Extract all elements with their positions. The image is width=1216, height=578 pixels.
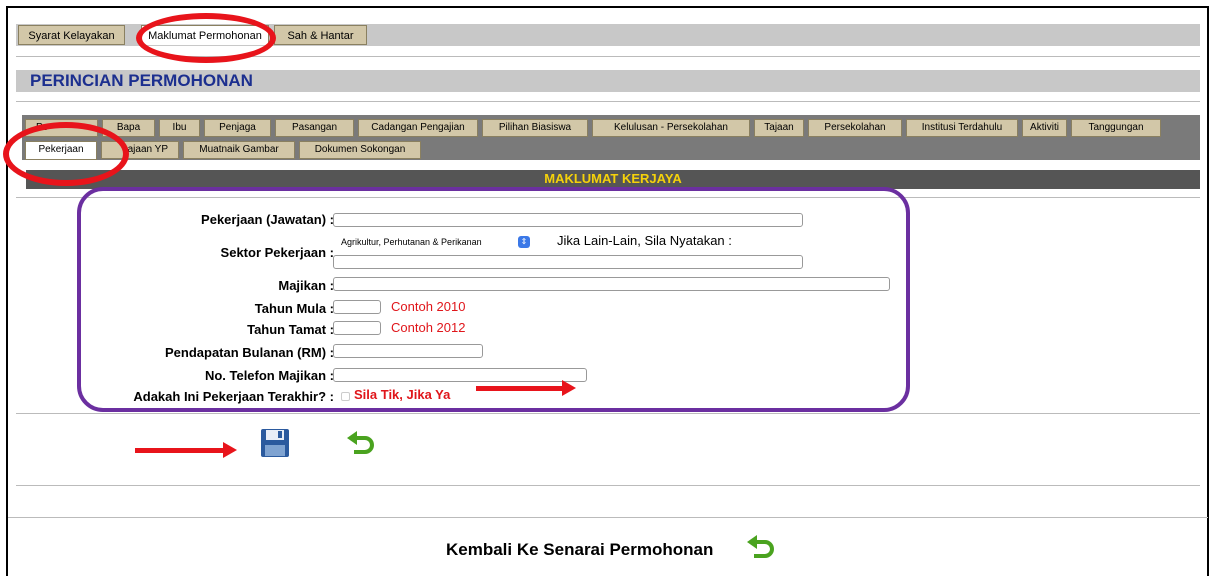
tab-muatnaik-gambar[interactable]: Muatnaik Gambar [183,141,295,159]
annotation-ellipse [3,122,129,186]
tab-tanggungan[interactable]: Tanggungan [1071,119,1161,137]
divider [16,485,1200,486]
save-icon[interactable] [260,428,290,458]
back-undo-icon[interactable] [746,534,776,560]
tab-dokumen-sokongan[interactable]: Dokumen Sokongan [299,141,421,159]
form-section-title: MAKLUMAT KERJAYA [544,171,682,186]
tab-penjaga[interactable]: Penjaga [204,119,271,137]
tab-aktiviti[interactable]: Aktiviti [1022,119,1067,137]
tab-persekolahan[interactable]: Persekolahan [808,119,902,137]
undo-icon[interactable] [346,430,376,456]
annotation-arrow [476,380,576,396]
tab-ibu[interactable]: Ibu [159,119,200,137]
tab-cadangan-pengajian[interactable]: Cadangan Pengajian [358,119,478,137]
divider [16,101,1200,102]
divider [16,413,1200,414]
page-title: PERINCIAN PERMOHONAN [30,71,253,90]
tab-institusi-terdahulu[interactable]: Institusi Terdahulu [906,119,1018,137]
tab-pasangan[interactable]: Pasangan [275,119,354,137]
tab-syarat-kelayakan[interactable]: Syarat Kelayakan [18,25,125,45]
annotation-box [77,187,910,412]
tab-kelulusan-persekolahan[interactable]: Kelulusan - Persekolahan [592,119,750,137]
back-to-list-link[interactable]: Kembali Ke Senarai Permohonan [446,540,713,560]
tab-tajaan[interactable]: Tajaan [754,119,804,137]
section-title-bar: PERINCIAN PERMOHONAN [16,70,1200,92]
annotation-ellipse [136,13,276,63]
divider [8,517,1208,518]
tab-pilihan-biasiswa[interactable]: Pilihan Biasiswa [482,119,588,137]
annotation-arrow [135,442,237,458]
tab-sah-hantar[interactable]: Sah & Hantar [274,25,367,45]
